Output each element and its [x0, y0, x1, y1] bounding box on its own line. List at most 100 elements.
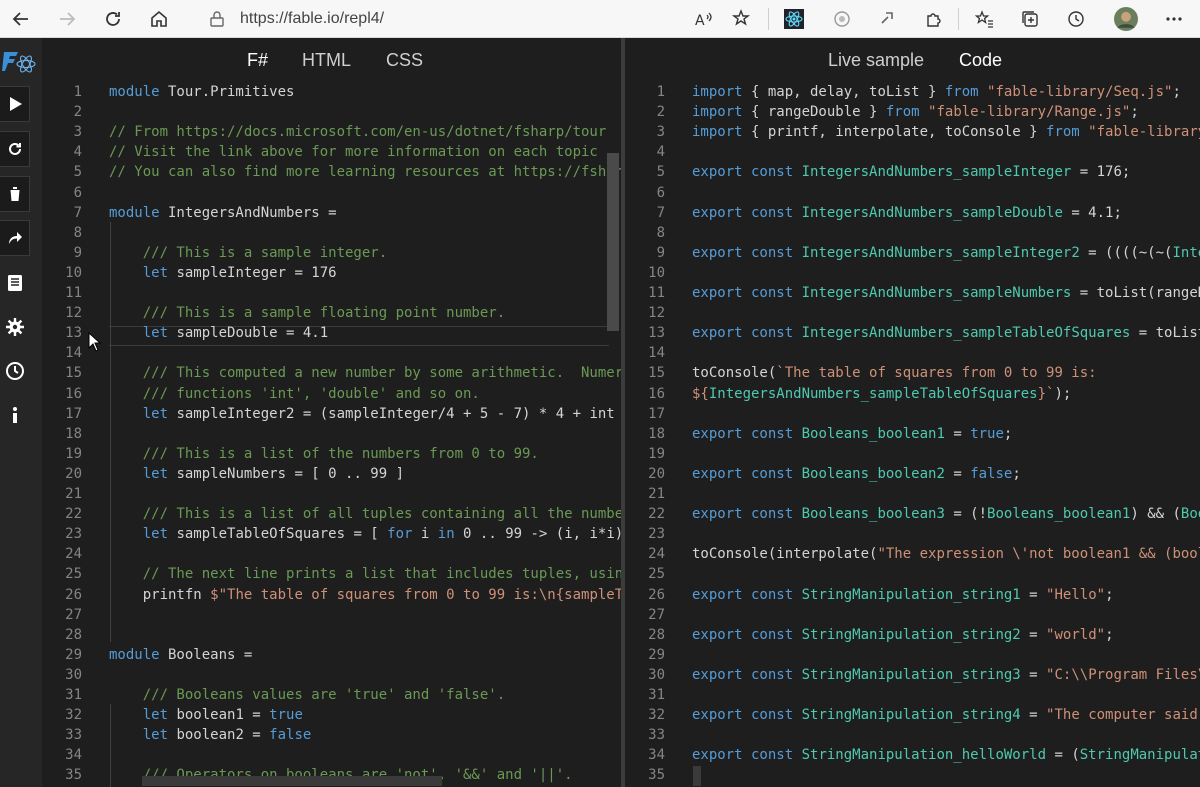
- read-aloud-button[interactable]: A: [690, 5, 718, 33]
- code-line: 23: [625, 524, 1200, 544]
- settings-more-button[interactable]: [1160, 5, 1188, 33]
- collections-button[interactable]: [1016, 5, 1044, 33]
- extension-button-2[interactable]: [874, 5, 902, 33]
- code-token: "world": [1046, 626, 1106, 643]
- code-text: export const Booleans_boolean2 = false;: [692, 464, 1021, 484]
- favorite-button[interactable]: [728, 5, 756, 33]
- line-number: 28: [648, 626, 665, 643]
- code-line: 20 export const Booleans_boolean2 = false…: [625, 464, 1200, 484]
- code-line: 21: [625, 484, 1200, 504]
- fable-logo-icon: [2, 52, 36, 73]
- code-token: = ((((~(~(: [1079, 244, 1173, 261]
- code-line: 29 module Booleans =: [42, 645, 621, 665]
- favorites-button[interactable]: [970, 5, 998, 33]
- code-token: true: [970, 425, 1004, 442]
- horizontal-scrollbar-thumb[interactable]: [693, 766, 701, 786]
- code-token: export const: [692, 164, 794, 181]
- code-line: 22 export const Booleans_boolean3 = (!Boo…: [625, 504, 1200, 524]
- react-devtools-extension[interactable]: [780, 5, 808, 33]
- code-token: IntegersAndNumbers =: [159, 204, 337, 221]
- line-number: 24: [65, 546, 82, 563]
- tab-fsharp[interactable]: F#: [247, 50, 268, 71]
- code-token: }`: [1037, 385, 1055, 402]
- extension-tool-icon: [881, 12, 893, 24]
- settings-button[interactable]: [4, 316, 26, 338]
- share-button[interactable]: [0, 220, 30, 256]
- extensions-button[interactable]: [920, 5, 948, 33]
- line-number: 21: [65, 486, 82, 502]
- code-text: import { rangeDouble } from "fable-libra…: [692, 102, 1139, 122]
- line-number: 3: [656, 124, 665, 141]
- back-button[interactable]: [6, 4, 36, 34]
- code-line: 29: [625, 645, 1200, 665]
- code-token: = 176;: [1071, 164, 1131, 181]
- code-token: from: [944, 84, 979, 100]
- home-icon: [151, 10, 167, 27]
- line-number: 13: [648, 325, 665, 342]
- tab-code[interactable]: Code: [959, 50, 1002, 71]
- info-icon: [13, 407, 17, 423]
- code-token: /// This computed a new number by some a…: [109, 365, 621, 382]
- forward-arrow-icon: [60, 12, 76, 26]
- tab-html[interactable]: HTML: [302, 50, 351, 71]
- profile-button[interactable]: [1112, 5, 1140, 33]
- code-line: 16 /// functions 'int', 'double' and so …: [42, 384, 621, 404]
- code-token: "The expression \'not boolean1 && (boole…: [877, 546, 1200, 563]
- code-line: 35: [625, 765, 1200, 785]
- line-number: 25: [648, 566, 665, 583]
- line-number: 33: [648, 727, 665, 744]
- home-button[interactable]: [144, 4, 174, 34]
- code-text: // From https://docs.microsoft.com/en-us…: [109, 122, 606, 142]
- code-token: StringManipulation_string1: [801, 586, 1021, 603]
- horizontal-scrollbar-thumb[interactable]: [142, 776, 442, 786]
- run-button[interactable]: [0, 86, 30, 122]
- line-number: 14: [65, 345, 82, 362]
- samples-button[interactable]: [4, 272, 26, 294]
- code-token: export const: [692, 425, 794, 442]
- code-text: export const Booleans_boolean3 = (!Boole…: [692, 504, 1200, 524]
- tab-css[interactable]: CSS: [386, 50, 423, 71]
- code-text: export const StringManipulation_string1 …: [692, 585, 1114, 605]
- line-number: 9: [656, 244, 665, 261]
- line-number: 2: [73, 104, 82, 121]
- code-token: /// Booleans values are 'true' and 'fals…: [109, 687, 506, 703]
- code-token: toConsole(interpolate(: [692, 546, 878, 563]
- code-token: Booleans_boolean1: [801, 425, 945, 442]
- editor-scrollbar-thumb[interactable]: [607, 153, 619, 331]
- code-line: 1 import { map, delay, toList } from "fab…: [625, 82, 1200, 102]
- code-line: 4 // Visit the link above for more inform…: [42, 142, 621, 162]
- code-token: ;: [1130, 104, 1139, 121]
- code-token: false: [970, 465, 1013, 482]
- forward-button[interactable]: [52, 4, 82, 34]
- trash-icon: [8, 187, 21, 201]
- code-token: export const: [692, 506, 794, 523]
- code-text: /// Booleans values are 'true' and 'fals…: [109, 685, 505, 705]
- history-button[interactable]: [1062, 5, 1090, 33]
- address-bar[interactable]: https://fable.io/repl4/: [200, 3, 740, 35]
- code-line: 31: [625, 685, 1200, 705]
- clear-button[interactable]: [0, 176, 30, 212]
- tab-live-sample[interactable]: Live sample: [828, 50, 924, 71]
- code-line: 20 let sampleNumbers = [ 0 .. 99 ]: [42, 464, 621, 484]
- code-token: let: [142, 325, 169, 342]
- code-line: 4: [625, 142, 1200, 162]
- code-line: 19 /// This is a list of the numbers fro…: [42, 444, 621, 464]
- history-button[interactable]: [4, 360, 26, 382]
- code-token: "fable-library/Seq.js": [987, 84, 1173, 100]
- extension-circle-icon: [834, 11, 850, 27]
- code-line: 5 // You can also find more learning reso…: [42, 162, 621, 182]
- line-number: 30: [648, 666, 665, 683]
- code-line: 23 let sampleTableOfSquares = [ for i in…: [42, 524, 621, 544]
- refresh-code-button[interactable]: [0, 131, 30, 167]
- code-line: 11: [42, 283, 621, 303]
- code-token: =: [1020, 586, 1047, 603]
- info-button[interactable]: [4, 404, 26, 426]
- refresh-button[interactable]: [98, 4, 128, 34]
- react-icon: [784, 9, 804, 29]
- extension-button[interactable]: [828, 5, 856, 33]
- code-line: 26 printfn $"The table of squares from 0…: [42, 585, 621, 605]
- code-token: from: [1046, 124, 1080, 141]
